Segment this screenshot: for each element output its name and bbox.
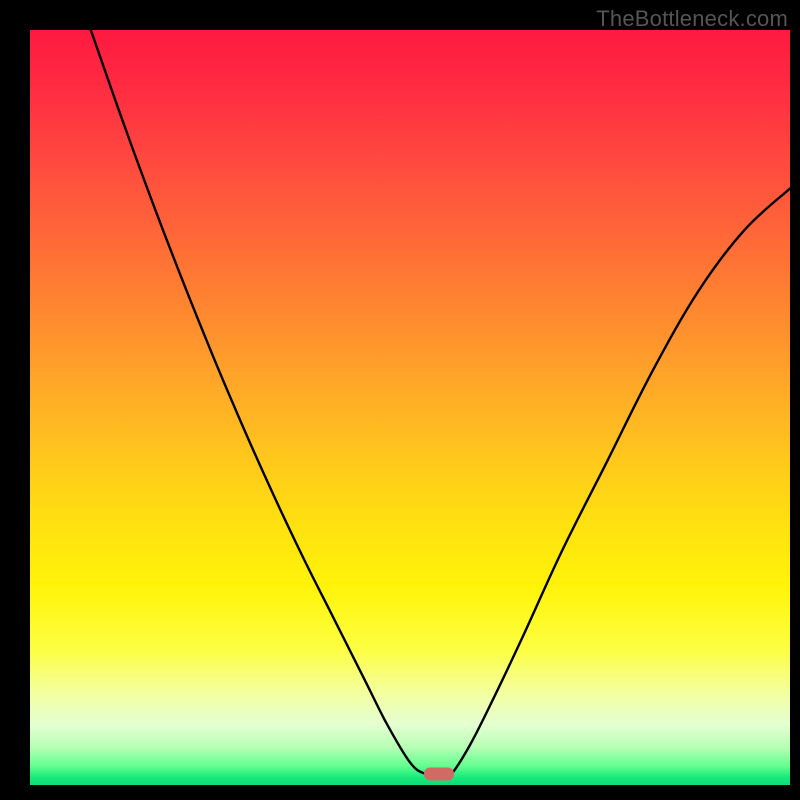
chart-stage: TheBottleneck.com: [0, 0, 800, 800]
watermark-text: TheBottleneck.com: [596, 6, 788, 32]
optimal-point-marker: [424, 767, 454, 780]
bottleneck-curve: [30, 30, 790, 785]
plot-area: [30, 30, 790, 785]
